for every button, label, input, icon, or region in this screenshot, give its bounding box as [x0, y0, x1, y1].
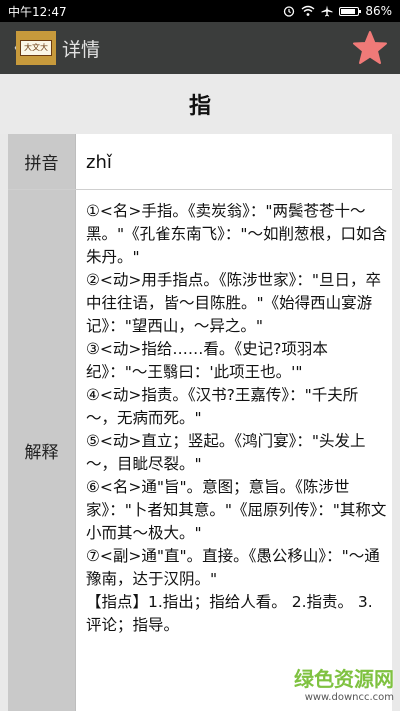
status-icons: 86%	[283, 4, 392, 18]
alarm-icon	[284, 6, 295, 17]
logo-text: 大文大	[20, 40, 52, 56]
watermark-url: www.downcc.com	[304, 692, 394, 703]
pinyin-row: 拼音 zhǐ	[8, 134, 392, 190]
status-time: 中午12:47	[8, 4, 67, 19]
pinyin-label: 拼音	[8, 134, 76, 189]
battery-percent: 86%	[365, 4, 392, 18]
detail-table: 拼音 zhǐ 解释 ①<名>手指。《卖炭翁》："两鬓苍苍十～黑。"《孔雀东南飞》…	[8, 134, 392, 711]
pinyin-value: zhǐ	[86, 151, 112, 173]
favorite-star-icon[interactable]	[352, 30, 388, 66]
definition-text: ①<名>手指。《卖炭翁》："两鬓苍苍十～黑。"《孔雀东南飞》："～如削葱根，口如…	[86, 202, 388, 634]
character-heading: 指	[0, 74, 400, 134]
app-logo[interactable]: 大文大	[16, 31, 56, 65]
airplane-icon	[321, 5, 333, 17]
status-bar: 中午12:47 86%	[0, 0, 400, 22]
definition-label: 解释	[8, 190, 76, 711]
back-icon[interactable]: 〈	[4, 35, 22, 61]
wifi-icon	[301, 5, 315, 16]
watermark-title: 绿色资源网	[294, 667, 394, 691]
watermark: 绿色资源网 www.downcc.com	[294, 663, 394, 703]
app-bar: 〈 大文大 详情	[0, 22, 400, 74]
page-title: 详情	[62, 38, 101, 61]
battery-icon	[339, 6, 362, 16]
definition-row: 解释 ①<名>手指。《卖炭翁》："两鬓苍苍十～黑。"《孔雀东南飞》："～如削葱根…	[8, 190, 392, 711]
